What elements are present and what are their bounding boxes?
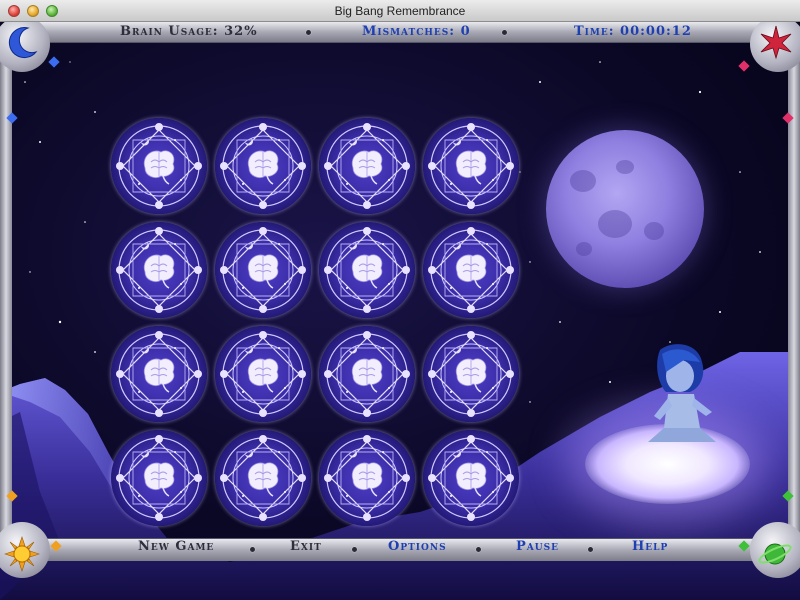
star-icon <box>760 25 792 60</box>
alien-girl-figure <box>648 344 716 442</box>
brain-emblem-icon <box>324 123 410 209</box>
memory-card[interactable] <box>111 326 207 422</box>
rivet <box>502 30 507 35</box>
help-button[interactable]: Help <box>632 539 668 554</box>
rivet <box>250 547 255 552</box>
brain-usage-readout: Brain Usage: 32% <box>120 24 258 39</box>
memory-card[interactable] <box>111 118 207 214</box>
game-window: Big Bang Remembrance Brain Usage: 32% Mi… <box>0 0 800 600</box>
brain-emblem-icon <box>220 123 306 209</box>
memory-card[interactable] <box>319 118 415 214</box>
window-title: Big Bang Remembrance <box>334 4 466 18</box>
title-bar: Big Bang Remembrance <box>0 0 800 22</box>
crescent-moon-icon <box>8 27 38 59</box>
memory-card[interactable] <box>111 430 207 526</box>
brain-emblem-icon <box>428 331 514 417</box>
card-grid <box>111 118 523 530</box>
memory-card[interactable] <box>215 222 311 318</box>
game-area: Brain Usage: 32% Mismatches: 0 Time: 00:… <box>0 22 800 600</box>
rivet <box>306 30 311 35</box>
brain-emblem-icon <box>428 123 514 209</box>
memory-card[interactable] <box>423 118 519 214</box>
memory-card[interactable] <box>215 430 311 526</box>
memory-card[interactable] <box>319 222 415 318</box>
memory-card[interactable] <box>319 430 415 526</box>
brain-emblem-icon <box>116 435 202 521</box>
brain-emblem-icon <box>116 331 202 417</box>
hud-bar: Brain Usage: 32% Mismatches: 0 Time: 00:… <box>36 22 764 43</box>
rivet <box>476 547 481 552</box>
brain-emblem-icon <box>220 227 306 313</box>
planet-icon <box>758 543 792 565</box>
rivet <box>352 547 357 552</box>
brain-emblem-icon <box>116 227 202 313</box>
brain-emblem-icon <box>324 435 410 521</box>
moon <box>546 130 704 288</box>
memory-card[interactable] <box>319 326 415 422</box>
memory-card[interactable] <box>423 430 519 526</box>
brain-emblem-icon <box>116 123 202 209</box>
rivet <box>588 547 593 552</box>
memory-card[interactable] <box>215 326 311 422</box>
time-readout: Time: 00:00:12 <box>574 24 692 39</box>
brain-emblem-icon <box>428 435 514 521</box>
pause-button[interactable]: Pause <box>516 539 559 554</box>
memory-card[interactable] <box>423 222 519 318</box>
new-game-button[interactable]: New Game <box>138 539 214 554</box>
mismatches-readout: Mismatches: 0 <box>362 24 471 39</box>
sun-icon <box>4 536 40 572</box>
brain-emblem-icon <box>324 227 410 313</box>
brain-emblem-icon <box>220 435 306 521</box>
exit-button[interactable]: Exit <box>290 539 322 554</box>
brain-emblem-icon <box>428 227 514 313</box>
memory-card[interactable] <box>423 326 519 422</box>
options-button[interactable]: Options <box>388 539 447 554</box>
brain-emblem-icon <box>324 331 410 417</box>
memory-card[interactable] <box>111 222 207 318</box>
memory-card[interactable] <box>215 118 311 214</box>
brain-emblem-icon <box>220 331 306 417</box>
